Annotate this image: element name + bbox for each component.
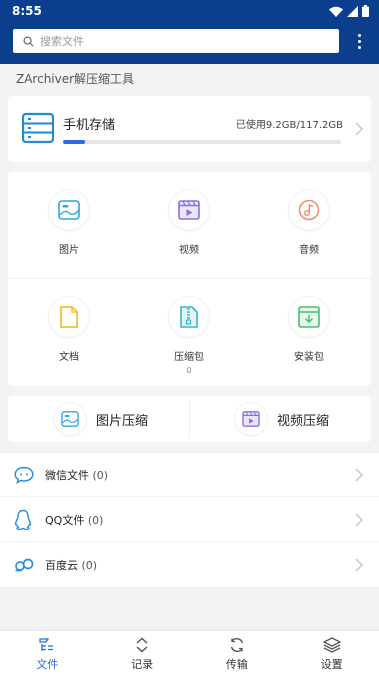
baidu-cloud-icon bbox=[15, 558, 34, 572]
image-icon bbox=[54, 403, 86, 435]
list-item-label: QQ文件 (0) bbox=[45, 514, 104, 527]
chevron-right-icon bbox=[355, 122, 363, 136]
chevron-right-icon bbox=[355, 513, 363, 527]
app-title: ZArchiver解压缩工具 bbox=[16, 72, 135, 86]
list-item-label: 百度云 (0) bbox=[45, 559, 98, 572]
nav-label: 记录 bbox=[131, 658, 154, 671]
category-label: 音频 bbox=[299, 245, 319, 256]
category-label: 图片 bbox=[59, 245, 79, 256]
nav-settings[interactable]: 设置 bbox=[284, 631, 379, 675]
category-videos[interactable]: 视频 bbox=[129, 172, 249, 272]
image-compress-button[interactable]: 图片压缩 bbox=[8, 396, 189, 442]
category-label: 视频 bbox=[179, 245, 199, 256]
category-audio[interactable]: 音频 bbox=[249, 172, 369, 272]
status-time: 8:55 bbox=[12, 4, 42, 18]
top-app-bar: 8:55 bbox=[0, 0, 379, 64]
qq-icon bbox=[14, 509, 32, 531]
category-documents[interactable]: 文档 bbox=[9, 279, 129, 379]
nav-label: 文件 bbox=[36, 658, 59, 671]
video-compress-label: 视频压缩 bbox=[277, 413, 330, 429]
history-icon bbox=[136, 637, 148, 653]
category-label: 压缩包 bbox=[174, 352, 204, 363]
status-bar: 8:55 bbox=[0, 0, 379, 22]
nav-transfer[interactable]: 传输 bbox=[190, 631, 285, 675]
storage-progress-fill bbox=[63, 140, 85, 144]
document-icon bbox=[49, 297, 89, 337]
video-icon bbox=[235, 403, 267, 435]
wechat-icon bbox=[14, 466, 34, 484]
phone-storage-card[interactable]: 手机存储 已使用9.2GB/117.2GB bbox=[8, 96, 371, 162]
divider bbox=[0, 541, 379, 542]
list-item-wechat-files[interactable]: 微信文件 (0) bbox=[0, 453, 379, 497]
settings-icon bbox=[322, 637, 341, 653]
chevron-right-icon bbox=[355, 558, 363, 572]
more-options-button[interactable] bbox=[351, 30, 367, 52]
transfer-icon bbox=[230, 637, 244, 653]
category-install-packages[interactable]: 安装包 bbox=[249, 279, 369, 379]
status-icons bbox=[329, 5, 369, 17]
category-images[interactable]: 图片 bbox=[9, 172, 129, 272]
source-list: 微信文件 (0) QQ文件 (0) 百度云 (0) bbox=[0, 453, 379, 587]
install-package-icon bbox=[289, 297, 329, 337]
storage-usage: 已使用9.2GB/117.2GB bbox=[235, 120, 343, 131]
signal-icon bbox=[347, 5, 358, 17]
category-grid: 图片 视频 音频 文档 压缩包 0 安装包 bbox=[8, 172, 371, 386]
archive-icon bbox=[169, 297, 209, 337]
storage-name: 手机存储 bbox=[63, 118, 116, 133]
search-bar[interactable] bbox=[13, 29, 339, 53]
list-item-label: 微信文件 (0) bbox=[45, 469, 109, 482]
storage-progress-bar bbox=[63, 140, 341, 144]
battery-icon bbox=[362, 5, 369, 17]
storage-icon bbox=[22, 112, 54, 144]
search-icon bbox=[23, 36, 34, 47]
wifi-icon bbox=[329, 6, 343, 17]
music-icon bbox=[289, 190, 329, 230]
nav-label: 设置 bbox=[320, 658, 343, 671]
category-archives[interactable]: 压缩包 0 bbox=[129, 279, 249, 379]
list-item-qq-files[interactable]: QQ文件 (0) bbox=[0, 498, 379, 542]
video-icon bbox=[169, 190, 209, 230]
image-icon bbox=[49, 190, 89, 230]
search-input[interactable] bbox=[40, 34, 320, 48]
image-compress-label: 图片压缩 bbox=[96, 413, 149, 429]
archive-count: 0 bbox=[186, 366, 192, 375]
video-compress-button[interactable]: 视频压缩 bbox=[190, 396, 371, 442]
list-item-baidu-cloud[interactable]: 百度云 (0) bbox=[0, 543, 379, 587]
compress-shortcuts: 图片压缩 视频压缩 bbox=[8, 396, 371, 442]
category-label: 文档 bbox=[59, 352, 79, 363]
chevron-right-icon bbox=[355, 468, 363, 482]
files-icon bbox=[39, 638, 54, 651]
nav-label: 传输 bbox=[225, 658, 248, 671]
nav-files[interactable]: 文件 bbox=[0, 631, 95, 675]
divider bbox=[0, 496, 379, 497]
nav-history[interactable]: 记录 bbox=[95, 631, 190, 675]
bottom-navigation: 文件 记录 传输 设置 bbox=[0, 630, 379, 675]
category-label: 安装包 bbox=[294, 352, 324, 363]
